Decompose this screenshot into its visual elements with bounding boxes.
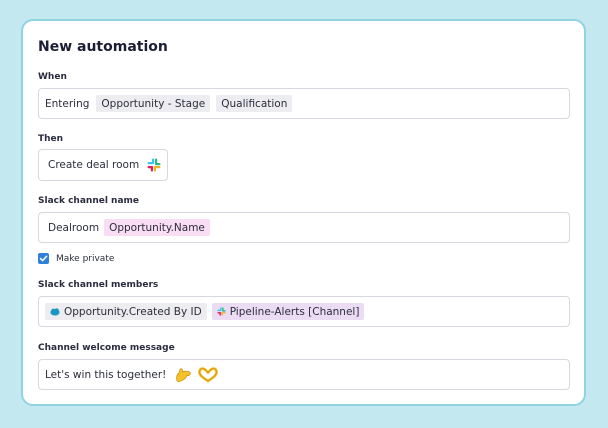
then-action-text: Create deal room [48, 159, 140, 171]
make-private-row[interactable]: Make private [38, 253, 114, 264]
channel-name-chip[interactable]: Opportunity.Name [104, 219, 210, 236]
welcome-message-text: Let's win this together! [45, 368, 167, 381]
member-chip-created-by[interactable]: Opportunity.Created By ID [45, 303, 207, 320]
then-action-select[interactable]: Create deal room [38, 149, 168, 181]
automation-card: New automation When Entering Opportunity… [21, 19, 586, 406]
when-prefix: Entering [45, 97, 90, 110]
member-chip-pipeline-alerts-text: Pipeline-Alerts [Channel] [229, 305, 360, 318]
slack-channel-name-field[interactable]: Dealroom Opportunity.Name [38, 212, 570, 243]
heart-hands-emoji [198, 366, 219, 383]
then-label: Then [38, 134, 64, 144]
welcome-message-label: Channel welcome message [38, 343, 175, 353]
make-private-label: Make private [56, 253, 115, 264]
slack-channel-members-label: Slack channel members [38, 280, 159, 290]
when-field[interactable]: Entering Opportunity - Stage Qualificati… [38, 88, 570, 119]
slack-channel-members-field[interactable]: Opportunity.Created By ID Pipeline-Alert… [38, 296, 570, 327]
member-chip-created-by-text: Opportunity.Created By ID [64, 305, 202, 318]
checkmark-icon [39, 255, 48, 262]
salesforce-icon [50, 307, 60, 316]
slack-icon [147, 158, 161, 172]
member-chip-pipeline-alerts[interactable]: Pipeline-Alerts [Channel] [211, 303, 365, 320]
channel-name-prefix: Dealroom [48, 221, 100, 234]
slack-icon [217, 307, 226, 316]
flexed-biceps-emoji [175, 367, 192, 383]
when-label: When [38, 72, 67, 82]
make-private-checkbox[interactable] [38, 253, 49, 264]
slack-channel-name-label: Slack channel name [38, 196, 140, 206]
page-title: New automation [38, 39, 168, 55]
welcome-message-field[interactable]: Let's win this together! [38, 359, 570, 390]
when-chip-field[interactable]: Opportunity - Stage [96, 95, 211, 112]
when-chip-value[interactable]: Qualification [216, 95, 293, 112]
